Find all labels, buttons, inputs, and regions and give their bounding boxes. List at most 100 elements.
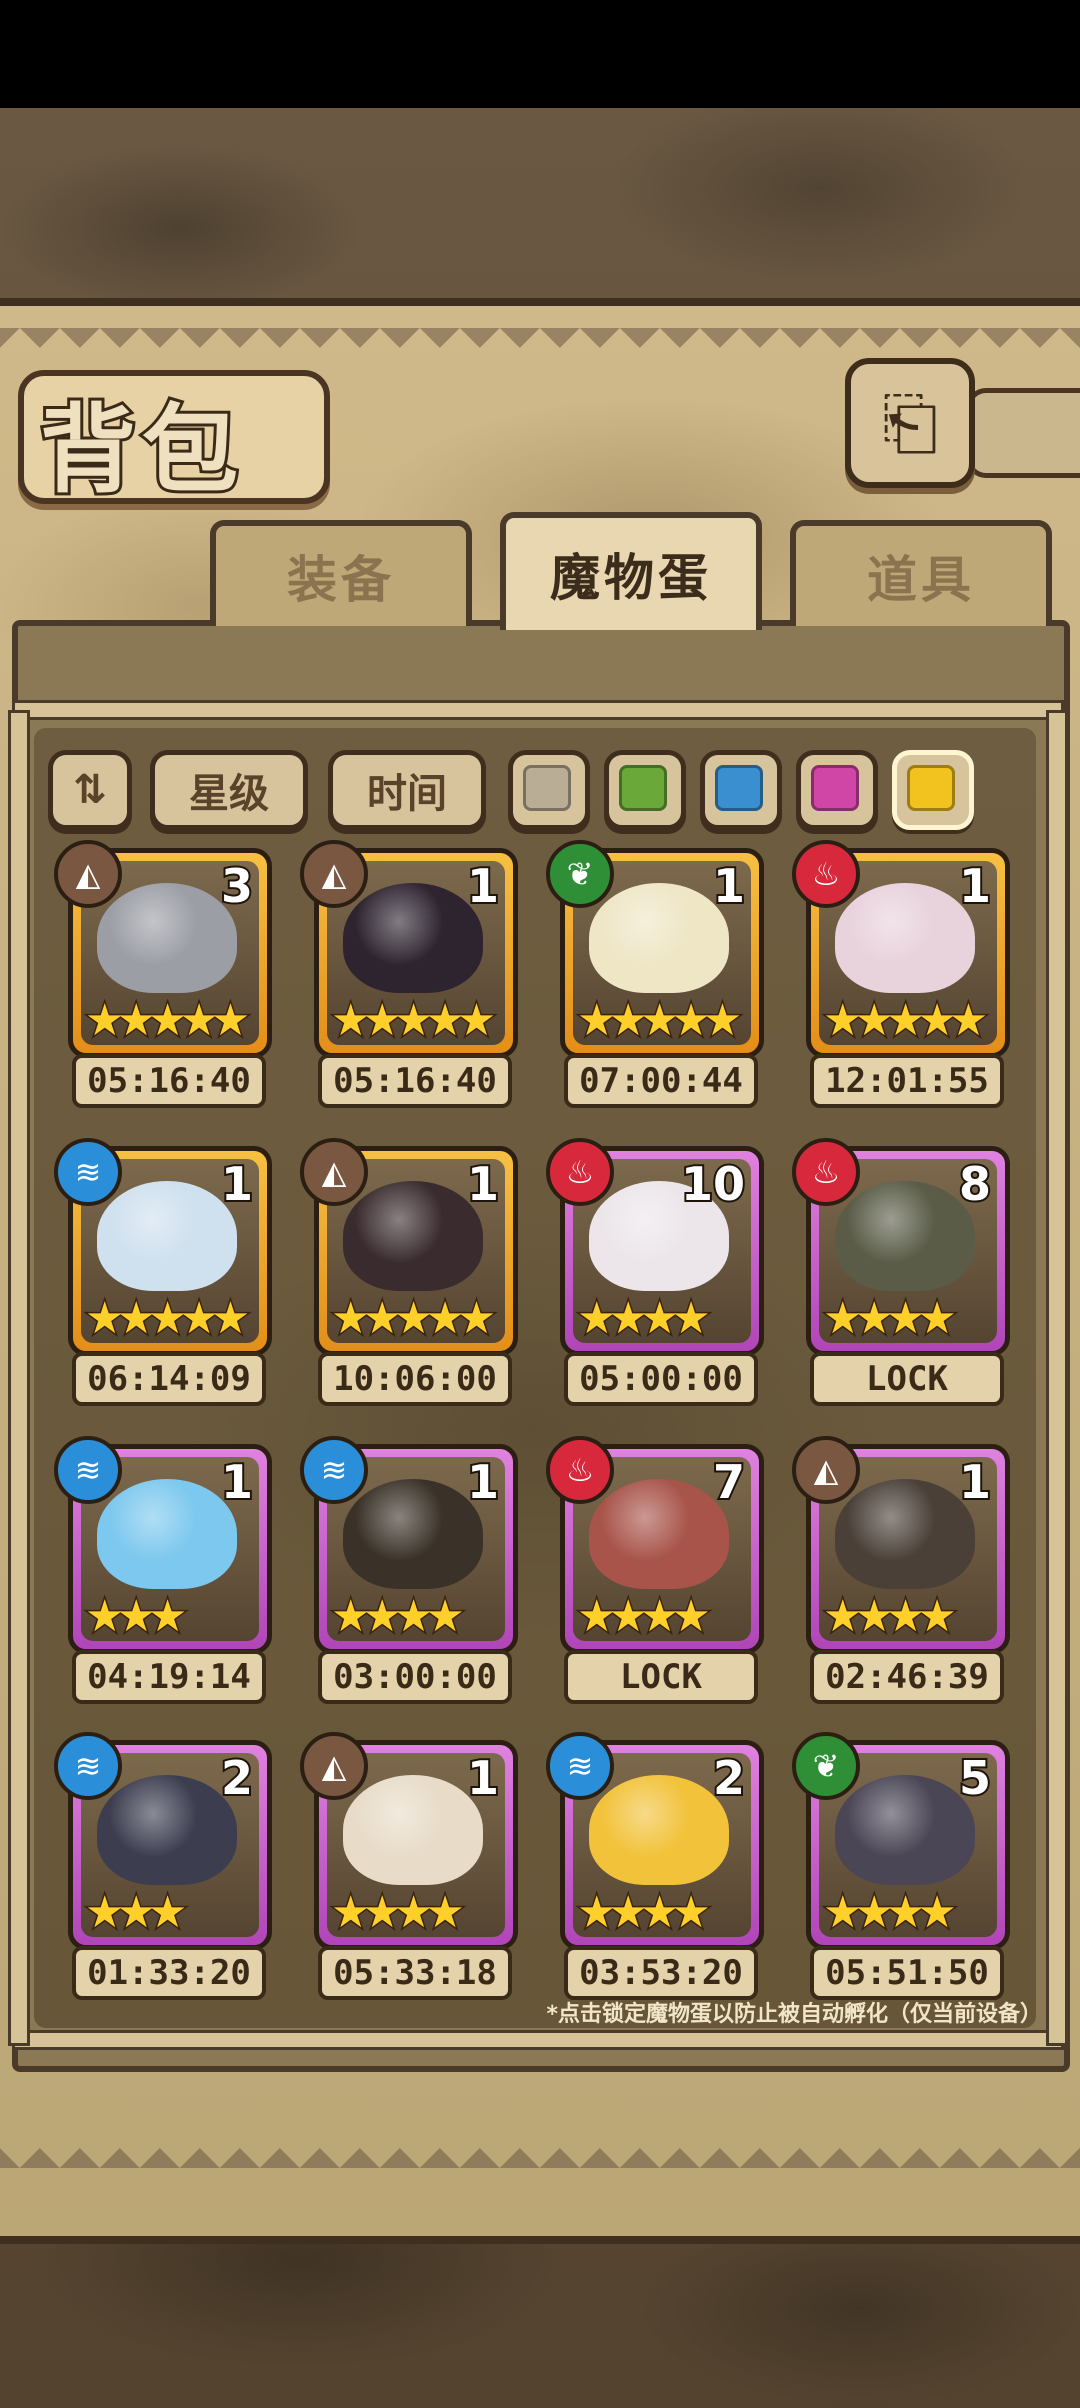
egg-count: 1 [465, 1453, 501, 1511]
filter-green-button[interactable] [604, 750, 686, 830]
side-tab-stub [966, 388, 1080, 478]
filter-grey-button[interactable] [508, 750, 590, 830]
egg-stars: ★★★★ [576, 1591, 713, 1642]
egg-slot[interactable]: ❦ 5 ★★★★ 05:51:50 [792, 1732, 1010, 2000]
egg-slot[interactable]: ◭ 1 ★★★★ 02:46:39 [792, 1436, 1010, 1704]
egg-hatch-timer[interactable]: 03:00:00 [318, 1650, 512, 1704]
plant-element-icon: ❦ [546, 840, 614, 908]
tab-bar: 装备 魔物蛋 道具 [20, 512, 1060, 630]
egg-stars: ★★★★★ [83, 1293, 251, 1344]
egg-hatch-timer[interactable]: 01:33:20 [72, 1946, 266, 2000]
egg-count: 2 [219, 1749, 255, 1807]
egg-count: 5 [957, 1749, 993, 1807]
sort-by-time-label: 时间 [367, 771, 447, 817]
tab-items-label: 道具 [867, 551, 975, 609]
back-arrow-icon: ⎗ [882, 381, 938, 464]
status-bar [0, 0, 1080, 108]
egg-art [97, 1775, 237, 1885]
water-element-icon: ≋ [546, 1732, 614, 1800]
back-button[interactable]: ⎗ [845, 358, 975, 488]
egg-stars: ★★★★ [330, 1887, 467, 1938]
egg-hatch-timer[interactable]: 10:06:00 [318, 1352, 512, 1406]
egg-hatch-timer[interactable]: 05:16:40 [318, 1054, 512, 1108]
egg-art [97, 883, 237, 993]
egg-art [589, 1479, 729, 1589]
egg-slot[interactable]: ❦ 1 ★★★★★ 07:00:44 [546, 840, 764, 1108]
zigzag-border-bottom [0, 2128, 1080, 2168]
egg-slot[interactable]: ♨ 7 ★★★★ LOCK [546, 1436, 764, 1704]
blue-swatch [715, 765, 763, 811]
egg-hatch-timer[interactable]: 02:46:39 [810, 1650, 1004, 1704]
egg-hatch-timer[interactable]: 05:33:18 [318, 1946, 512, 2000]
sort-by-stars-button[interactable]: 星级 [150, 750, 308, 830]
egg-slot[interactable]: ◭ 1 ★★★★ 05:33:18 [300, 1732, 518, 2000]
filter-yellow-button[interactable] [892, 750, 974, 830]
egg-hatch-timer[interactable]: LOCK [810, 1352, 1004, 1406]
egg-slot[interactable]: ≋ 2 ★★★★ 03:53:20 [546, 1732, 764, 2000]
egg-hatch-timer[interactable]: 05:16:40 [72, 1054, 266, 1108]
egg-slot[interactable]: ♨ 8 ★★★★ LOCK [792, 1138, 1010, 1406]
panel-rail-left [8, 710, 30, 2046]
sort-order-button[interactable]: ⇅ [48, 750, 132, 830]
egg-slot[interactable]: ◭ 3 ★★★★★ 05:16:40 [54, 840, 272, 1108]
egg-hatch-timer[interactable]: 05:00:00 [564, 1352, 758, 1406]
sort-by-time-button[interactable]: 时间 [328, 750, 486, 830]
panel-rail-top [12, 700, 1064, 720]
egg-slot[interactable]: ≋ 2 ★★★ 01:33:20 [54, 1732, 272, 2000]
egg-art [835, 1181, 975, 1291]
fire-element-icon: ♨ [792, 840, 860, 908]
egg-stars: ★★★★ [576, 1887, 713, 1938]
egg-slot[interactable]: ♨ 1 ★★★★★ 12:01:55 [792, 840, 1010, 1108]
grey-swatch [523, 765, 571, 811]
egg-hatch-timer[interactable]: 04:19:14 [72, 1650, 266, 1704]
panel-rail-bottom [12, 2030, 1064, 2050]
egg-count: 7 [711, 1453, 747, 1511]
egg-count: 8 [957, 1155, 993, 1213]
egg-art [343, 883, 483, 993]
fire-element-icon: ♨ [792, 1138, 860, 1206]
egg-slot[interactable]: ♨ 10 ★★★★ 05:00:00 [546, 1138, 764, 1406]
egg-stars: ★★★★ [576, 1293, 713, 1344]
earth-element-icon: ◭ [300, 840, 368, 908]
egg-hatch-timer[interactable]: 07:00:44 [564, 1054, 758, 1108]
egg-hatch-timer[interactable]: LOCK [564, 1650, 758, 1704]
egg-art [343, 1775, 483, 1885]
tab-monster-eggs[interactable]: 魔物蛋 [500, 512, 762, 630]
page-title: 背包 [37, 391, 244, 509]
egg-slot[interactable]: ◭ 1 ★★★★★ 05:16:40 [300, 840, 518, 1108]
tab-monster-eggs-label: 魔物蛋 [550, 549, 712, 607]
water-element-icon: ≋ [54, 1138, 122, 1206]
egg-stars: ★★★★★ [821, 995, 989, 1046]
sort-icon: ⇅ [73, 767, 107, 813]
filter-pink-button[interactable] [796, 750, 878, 830]
egg-hatch-timer[interactable]: 12:01:55 [810, 1054, 1004, 1108]
egg-count: 1 [957, 1453, 993, 1511]
egg-stars: ★★★★★ [329, 1293, 497, 1344]
plant-element-icon: ❦ [792, 1732, 860, 1800]
egg-count: 3 [219, 857, 255, 915]
egg-slot[interactable]: ≋ 1 ★★★★★ 06:14:09 [54, 1138, 272, 1406]
egg-stars: ★★★ [83, 1591, 188, 1642]
egg-stars: ★★★★★ [329, 995, 497, 1046]
egg-stars: ★★★★★ [575, 995, 743, 1046]
egg-count: 1 [465, 1155, 501, 1213]
egg-slot[interactable]: ≋ 1 ★★★★ 03:00:00 [300, 1436, 518, 1704]
egg-count: 2 [711, 1749, 747, 1807]
egg-hatch-timer[interactable]: 05:51:50 [810, 1946, 1004, 2000]
egg-count: 1 [711, 857, 747, 915]
egg-slot[interactable]: ≋ 1 ★★★ 04:19:14 [54, 1436, 272, 1704]
egg-hatch-timer[interactable]: 06:14:09 [72, 1352, 266, 1406]
water-element-icon: ≋ [54, 1436, 122, 1504]
tab-equipment[interactable]: 装备 [210, 520, 472, 626]
lock-hint-text: *点击锁定魔物蛋以防止被自动孵化（仅当前设备） [546, 2002, 1042, 2027]
egg-count: 1 [465, 1749, 501, 1807]
earth-element-icon: ◭ [792, 1436, 860, 1504]
egg-slot[interactable]: ◭ 1 ★★★★★ 10:06:00 [300, 1138, 518, 1406]
egg-hatch-timer[interactable]: 03:53:20 [564, 1946, 758, 2000]
panel-rail-right [1046, 710, 1068, 2046]
egg-art [835, 1775, 975, 1885]
water-element-icon: ≋ [54, 1732, 122, 1800]
egg-art [835, 883, 975, 993]
filter-blue-button[interactable] [700, 750, 782, 830]
tab-items[interactable]: 道具 [790, 520, 1052, 626]
